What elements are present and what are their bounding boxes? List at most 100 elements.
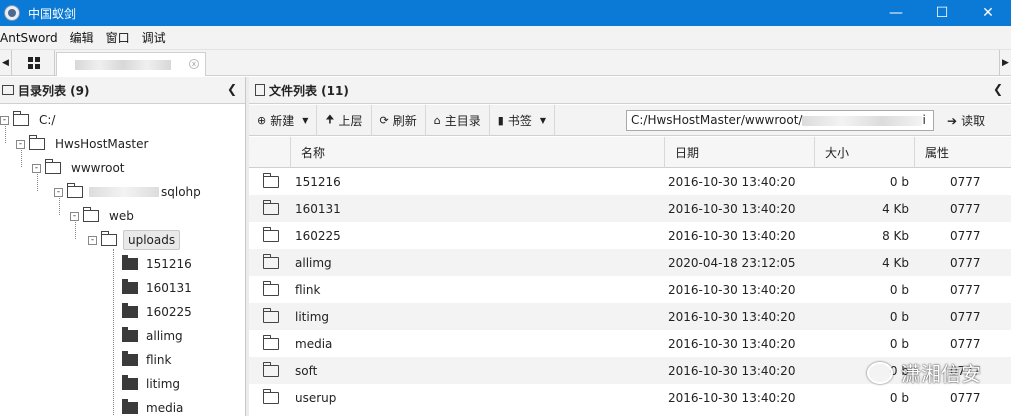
watermark: 潇湘信安	[867, 358, 981, 387]
close-button[interactable]: ✕	[965, 0, 1011, 26]
file-attr: 0777	[950, 255, 981, 270]
read-button[interactable]: ➔ 读取	[939, 105, 993, 136]
collapse-toggle-icon[interactable]: -	[0, 115, 9, 125]
file-name: userup	[295, 390, 337, 405]
redacted-path	[802, 115, 923, 126]
collapse-toggle-icon[interactable]: -	[88, 235, 97, 245]
column-name[interactable]: 名称	[290, 137, 664, 168]
file-row[interactable]: flink 2016-10-30 13:40:20 0 b 0777	[249, 276, 1011, 303]
folder-icon	[263, 168, 279, 195]
arrow-up-icon: 🠉	[325, 112, 335, 126]
maximize-button[interactable]: ☐	[919, 0, 965, 26]
tree-node-child[interactable]: flink	[122, 348, 171, 372]
file-row[interactable]: litimg 2016-10-30 13:40:20 0 b 0777	[249, 303, 1011, 330]
file-attr: 0777	[950, 309, 981, 324]
tab-scroll-left-icon[interactable]: ◀	[0, 50, 12, 76]
folder-icon	[122, 375, 138, 390]
menu-antsword[interactable]: AntSword	[0, 31, 64, 45]
collapse-right-icon[interactable]: ❮	[993, 82, 1003, 96]
tree-node-child[interactable]: 151216	[122, 252, 192, 276]
file-row[interactable]: 160131 2016-10-30 13:40:20 4 Kb 0777	[249, 195, 1011, 222]
redacted-tab-title	[75, 59, 171, 70]
tab-scroll-right-icon[interactable]: ▶	[999, 50, 1011, 76]
file-name: litimg	[295, 309, 330, 324]
antsword-logo-icon	[4, 5, 20, 21]
file-name: flink	[295, 282, 321, 297]
collapse-toggle-icon[interactable]: -	[70, 211, 79, 221]
refresh-button[interactable]: ⟳ 刷新	[372, 104, 426, 136]
tree-node-child[interactable]: 160131	[122, 276, 192, 300]
tab-shell[interactable]: x	[56, 52, 206, 76]
collapse-toggle-icon[interactable]: -	[54, 187, 63, 197]
plus-circle-icon: ⊕	[257, 113, 267, 127]
file-attr: 0777	[950, 228, 981, 243]
file-attr: 0777	[950, 201, 981, 216]
title-bar: 中国蚁剑 — ☐ ✕	[0, 0, 1011, 26]
home-button[interactable]: ⌂ 主目录	[426, 104, 490, 136]
wechat-icon	[867, 361, 893, 384]
folder-open-icon	[101, 231, 117, 246]
tree-node-web[interactable]: - web	[70, 204, 138, 228]
folder-icon	[263, 357, 279, 384]
file-row[interactable]: userup 2016-10-30 13:40:20 0 b 0777	[249, 384, 1011, 411]
tab-home[interactable]	[13, 50, 55, 76]
file-attr: 0777	[950, 174, 981, 189]
file-row[interactable]: media 2016-10-30 13:40:20 0 b 0777	[249, 330, 1011, 357]
up-button[interactable]: 🠉 上层	[317, 104, 372, 136]
file-row[interactable]: allimg 2020-04-18 23:12:05 4 Kb 0777	[249, 249, 1011, 276]
tree-node-wwwroot[interactable]: - wwwroot	[32, 156, 129, 180]
file-row[interactable]: 151216 2016-10-30 13:40:20 0 b 0777	[249, 168, 1011, 195]
menu-window[interactable]: 窗口	[106, 29, 136, 46]
file-panel-header: 文件列表 (11) ❮	[249, 77, 1011, 104]
folder-icon	[263, 384, 279, 411]
file-icon	[255, 84, 265, 96]
tree-node-child[interactable]: 160225	[122, 300, 192, 324]
folder-icon	[122, 303, 138, 318]
file-grid-header: 名称 日期 大小 属性	[249, 137, 1011, 168]
minimize-button[interactable]: —	[873, 0, 919, 26]
file-size: 0 b	[889, 174, 909, 189]
folder-open-icon	[29, 135, 45, 150]
folder-icon	[263, 330, 279, 357]
column-size[interactable]: 大小	[814, 137, 914, 168]
tree-node-root[interactable]: - C:/	[0, 108, 59, 132]
tree-node-uploads[interactable]: - uploads	[88, 228, 181, 252]
tree-node-child[interactable]: allimg	[122, 324, 183, 348]
bookmark-button[interactable]: ▮ 书签 ▼	[490, 104, 555, 136]
column-attr[interactable]: 属性	[914, 137, 1011, 168]
directory-panel-header: 目录列表 (9) ❮	[0, 77, 245, 104]
tree-node-hwshostmaster[interactable]: - HwsHostMaster	[16, 132, 152, 156]
folder-icon	[263, 303, 279, 330]
caret-down-icon: ▼	[302, 115, 309, 125]
file-name: allimg	[295, 255, 332, 270]
tree-node-child[interactable]: media	[122, 396, 183, 416]
file-date: 2016-10-30 13:40:20	[668, 390, 796, 405]
collapse-left-icon[interactable]: ❮	[227, 82, 237, 96]
path-input[interactable]: C:/HwsHostMaster/wwwroot/i	[626, 110, 934, 131]
bookmark-icon: ▮	[497, 113, 504, 127]
grid-icon	[27, 57, 40, 69]
file-attr: 0777	[950, 336, 981, 351]
menu-edit[interactable]: 编辑	[70, 29, 100, 46]
file-date: 2020-04-18 23:12:05	[668, 255, 796, 270]
menu-debug[interactable]: 调试	[142, 29, 172, 46]
collapse-toggle-icon[interactable]: -	[32, 163, 41, 173]
file-attr: 0777	[950, 390, 981, 405]
folder-icon	[122, 351, 138, 366]
folder-icon	[122, 255, 138, 270]
new-button[interactable]: ⊕ 新建 ▼	[249, 104, 318, 136]
file-row[interactable]: 160225 2016-10-30 13:40:20 8 Kb 0777	[249, 222, 1011, 249]
folder-icon	[263, 222, 279, 249]
file-toolbar: ⊕ 新建 ▼ 🠉 上层 ⟳ 刷新 ⌂ 主目录 ▮ 书签 ▼ C:/HwsHost…	[249, 104, 1011, 136]
caret-down-icon: ▼	[539, 115, 546, 125]
file-date: 2016-10-30 13:40:20	[668, 363, 796, 378]
redacted-site-name	[89, 187, 159, 197]
tree-node-child[interactable]: litimg	[122, 372, 180, 396]
tree-node-site[interactable]: - sqlohp	[54, 180, 201, 204]
column-date[interactable]: 日期	[664, 137, 814, 168]
tab-close-icon[interactable]: x	[189, 59, 199, 69]
file-name: 160225	[295, 228, 341, 243]
arrow-right-icon: ➔	[947, 113, 958, 128]
collapse-toggle-icon[interactable]: -	[16, 139, 25, 149]
file-date: 2016-10-30 13:40:20	[668, 228, 796, 243]
